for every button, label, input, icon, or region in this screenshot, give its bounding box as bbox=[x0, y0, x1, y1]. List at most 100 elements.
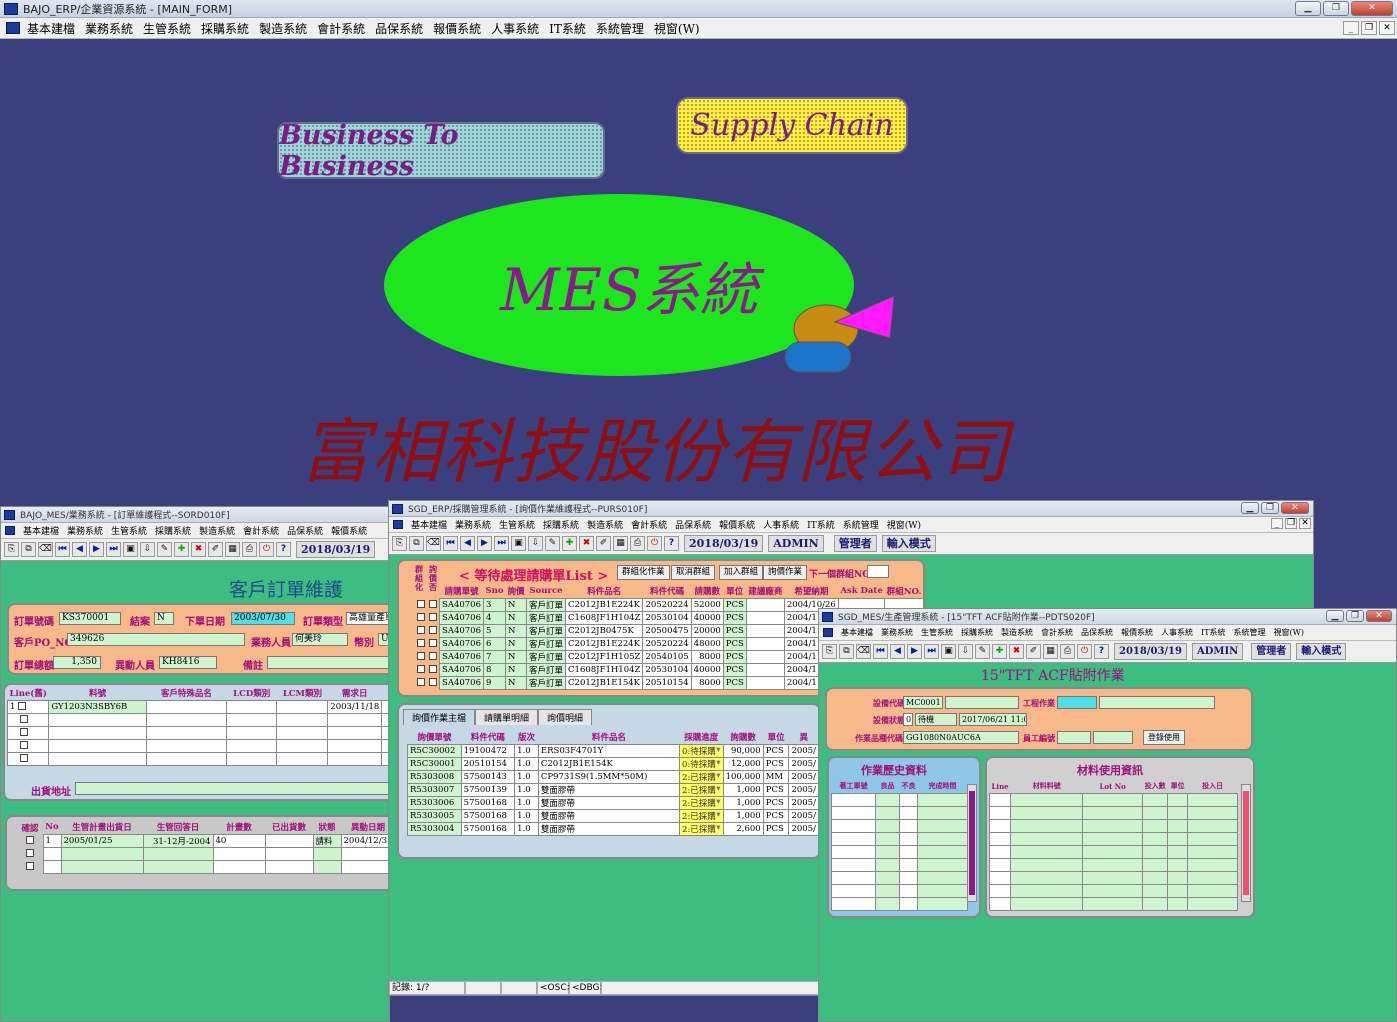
insert-icon[interactable]: ✚ bbox=[562, 536, 577, 551]
ask-checkbox[interactable] bbox=[429, 600, 437, 608]
menu-item[interactable]: 系統管理 bbox=[596, 20, 644, 37]
menu-item[interactable]: 人事系統 bbox=[1161, 627, 1193, 638]
version-cell[interactable]: 1.0 bbox=[514, 782, 539, 797]
table-row[interactable] bbox=[831, 844, 968, 859]
code-cell[interactable]: 20530104 bbox=[642, 610, 692, 625]
mdi-close-button[interactable]: ✕ bbox=[1379, 21, 1395, 35]
scroll-thumb[interactable] bbox=[969, 791, 975, 895]
calculator-icon[interactable]: ▦ bbox=[1043, 644, 1058, 659]
menu-item[interactable]: 製造系統 bbox=[587, 518, 623, 531]
table-row[interactable] bbox=[831, 805, 968, 820]
insert-icon[interactable]: ✚ bbox=[174, 542, 189, 557]
minimize-button[interactable]: ▁ bbox=[1241, 502, 1259, 514]
more-cell[interactable]: 2005/ bbox=[788, 769, 819, 784]
req-no-cell[interactable]: SA40706 bbox=[438, 623, 485, 638]
exit-icon[interactable]: ⏻ bbox=[259, 542, 274, 557]
item-code-cell[interactable]: 19100472 bbox=[460, 743, 516, 758]
close-button[interactable]: ✕ bbox=[1281, 502, 1309, 514]
sno-cell[interactable]: 9 bbox=[483, 675, 507, 690]
progress-cell[interactable]: 0:待採購 ▾ bbox=[679, 743, 724, 758]
next-record-icon[interactable]: ▶ bbox=[477, 536, 492, 551]
next-record-icon[interactable]: ▶ bbox=[907, 644, 922, 659]
chevron-down-icon[interactable]: ▾ bbox=[716, 810, 720, 820]
menu-item[interactable]: 人事系統 bbox=[491, 20, 539, 37]
item-code-cell[interactable]: 57500168 bbox=[460, 821, 516, 836]
menu-item[interactable]: 會計系統 bbox=[631, 518, 667, 531]
qty-cell[interactable]: 20000 bbox=[690, 623, 724, 638]
unit-cell[interactable]: PCS bbox=[762, 795, 790, 810]
row-checkbox[interactable] bbox=[25, 862, 34, 870]
table-row[interactable] bbox=[6, 725, 389, 740]
inq-no-cell[interactable]: R5303005 bbox=[407, 808, 462, 823]
progress-cell[interactable]: 0:待採購 ▾ bbox=[679, 756, 724, 771]
need-date-cell[interactable]: 2003/11/18 bbox=[327, 699, 383, 714]
table-row[interactable] bbox=[831, 818, 968, 833]
ask-cell[interactable]: N bbox=[505, 623, 528, 638]
menu-item[interactable]: 採購系統 bbox=[961, 627, 993, 638]
tab-inquiry-master[interactable]: 詢價作業主檔 bbox=[403, 709, 476, 725]
inquiry-button[interactable]: 詢價作業 bbox=[763, 565, 808, 580]
group-checkbox[interactable] bbox=[417, 678, 425, 686]
menu-item[interactable]: 報價系統 bbox=[331, 524, 367, 537]
item-name-cell[interactable]: 雙面膠帶 bbox=[537, 821, 681, 836]
item-name-cell[interactable]: ERS03F4701Y bbox=[537, 743, 681, 758]
row-checkbox[interactable] bbox=[25, 849, 34, 857]
prev-record-icon[interactable]: ◀ bbox=[890, 644, 905, 659]
menu-item[interactable]: 製造系統 bbox=[199, 524, 235, 537]
chevron-down-icon[interactable]: ▾ bbox=[716, 758, 720, 768]
vendor-cell[interactable] bbox=[745, 610, 785, 625]
inq-qty-cell[interactable]: 12,000 bbox=[722, 756, 764, 771]
ask-checkbox[interactable] bbox=[429, 678, 437, 686]
item-code-cell[interactable]: 20510154 bbox=[460, 756, 516, 771]
menu-item[interactable]: 品保系統 bbox=[675, 518, 711, 531]
export-icon[interactable]: ⇩ bbox=[958, 644, 973, 659]
qty-cell[interactable]: 40000 bbox=[690, 662, 724, 677]
help-icon[interactable]: ? bbox=[1094, 644, 1109, 659]
menu-item[interactable]: 基本建檔 bbox=[841, 627, 873, 638]
menu-item[interactable]: 會計系統 bbox=[243, 524, 279, 537]
progress-cell[interactable]: 2:已採購 ▾ bbox=[679, 795, 724, 810]
group-checkbox[interactable] bbox=[417, 665, 425, 673]
table-row[interactable] bbox=[988, 805, 1239, 820]
status-time-field[interactable]: 2017/06/21 11:07:24 bbox=[959, 713, 1027, 726]
cell[interactable] bbox=[225, 699, 278, 714]
changer-field[interactable]: KH8416 bbox=[159, 656, 217, 669]
group-checkbox[interactable] bbox=[417, 626, 425, 634]
row-checkbox[interactable] bbox=[20, 741, 28, 749]
history-scrollbar[interactable] bbox=[967, 784, 977, 902]
first-record-icon[interactable]: ⏮ bbox=[873, 644, 888, 659]
table-row[interactable] bbox=[831, 857, 968, 872]
first-record-icon[interactable]: ⏮ bbox=[55, 542, 70, 557]
chevron-down-icon[interactable]: ▾ bbox=[716, 771, 720, 781]
insert-icon[interactable]: ✚ bbox=[992, 644, 1007, 659]
version-cell[interactable]: 1.0 bbox=[514, 743, 539, 758]
save-icon[interactable]: ▣ bbox=[511, 536, 526, 551]
close-button[interactable]: ✕ bbox=[1366, 610, 1392, 622]
ask-checkbox[interactable] bbox=[429, 613, 437, 621]
unit-cell[interactable]: PCS bbox=[722, 623, 747, 638]
menu-item[interactable]: 報價系統 bbox=[433, 20, 481, 37]
menu-item[interactable]: 報價系統 bbox=[1121, 627, 1153, 638]
item-code-cell[interactable]: 57500139 bbox=[460, 782, 516, 797]
groupize-button[interactable]: 群組化作業 bbox=[617, 565, 670, 580]
no-cell[interactable]: 1 bbox=[42, 833, 62, 848]
copy-icon[interactable]: ⧉ bbox=[21, 542, 36, 557]
maximize-button[interactable]: ❐ bbox=[1261, 502, 1279, 514]
more-cell[interactable]: 2005/ bbox=[788, 821, 819, 836]
first-record-icon[interactable]: ⏮ bbox=[443, 536, 458, 551]
qty-cell[interactable]: 8000 bbox=[690, 675, 724, 690]
source-cell[interactable]: 客戶訂單 bbox=[526, 636, 567, 651]
req-no-cell[interactable]: SA40706 bbox=[438, 675, 485, 690]
order-no-field[interactable]: KS370001 bbox=[59, 612, 121, 625]
unit-cell[interactable]: PCS bbox=[762, 821, 790, 836]
menu-item[interactable]: 採購系統 bbox=[155, 524, 191, 537]
item-name-cell[interactable]: CP9731S9(1.5MM*50M) bbox=[537, 769, 681, 784]
chevron-down-icon[interactable]: ▾ bbox=[716, 784, 720, 794]
row-checkbox[interactable] bbox=[25, 836, 34, 844]
process-field[interactable] bbox=[1057, 696, 1097, 709]
qty-cell[interactable]: 40 bbox=[212, 833, 266, 848]
req-no-cell[interactable]: SA40706 bbox=[438, 662, 485, 677]
req-no-cell[interactable]: SA40706 bbox=[438, 649, 485, 664]
item-name-cell[interactable]: 雙面膠帶 bbox=[537, 808, 681, 823]
sales-field[interactable]: 何美玲 bbox=[292, 633, 348, 646]
